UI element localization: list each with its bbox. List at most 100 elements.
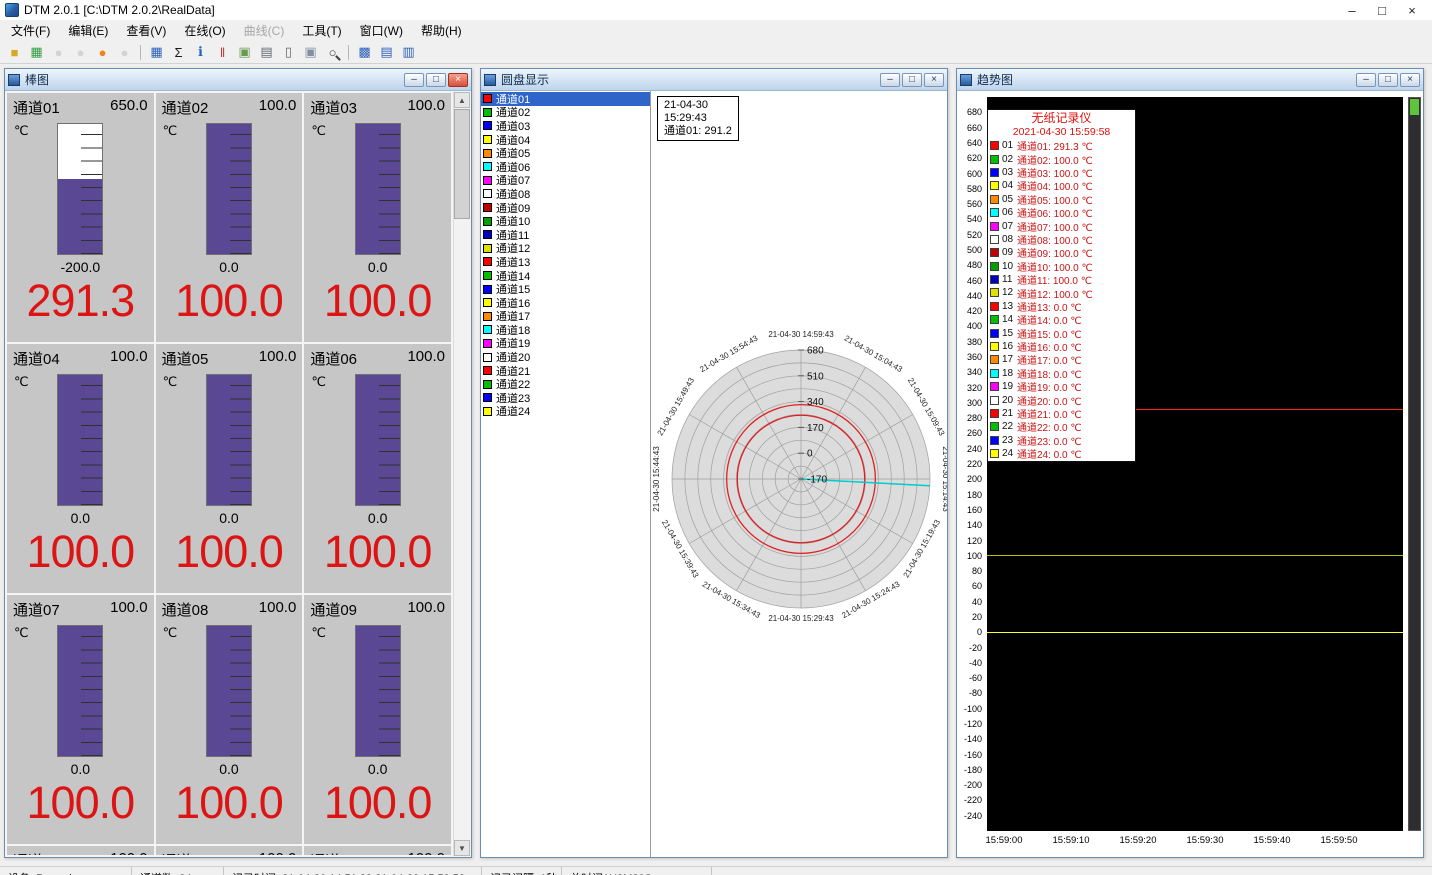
menu-tools[interactable]: 工具(T) (293, 19, 350, 42)
legend-row: 11通道11: 100.0 ℃ (988, 273, 1135, 286)
channel-color-swatch (483, 94, 492, 103)
print-icon[interactable]: ▤ (256, 43, 277, 62)
bar-cell-header: 通道11100.0 (156, 846, 303, 855)
play-record-icon[interactable]: ● (92, 43, 113, 62)
bar-window-titlebar[interactable]: 棒图 – □ × (5, 69, 471, 91)
maximize-button[interactable]: □ (1367, 3, 1397, 18)
minimize-button[interactable]: – (1337, 3, 1367, 18)
legend-color-swatch (990, 436, 999, 445)
trend-x-axis: 15:59:0015:59:1015:59:2015:59:3015:59:40… (987, 835, 1403, 847)
bar-close-button[interactable]: × (448, 73, 468, 87)
copy-icon[interactable]: ▣ (300, 43, 321, 62)
unit-label: ℃ (14, 374, 29, 390)
legend-row: 20通道20: 0.0 ℃ (988, 393, 1135, 406)
bar-gauge-ticks (81, 124, 102, 254)
dial-restore-button[interactable]: □ (902, 73, 922, 87)
info-icon[interactable]: ℹ (190, 43, 211, 62)
trend-close-button[interactable]: × (1400, 73, 1420, 87)
export-data-icon[interactable]: ▦ (26, 43, 47, 62)
svg-text:21-04-30 14:59:43: 21-04-30 14:59:43 (768, 330, 834, 339)
menu-help[interactable]: 帮助(H) (412, 19, 471, 42)
prev-record-icon[interactable]: ● (70, 43, 91, 62)
legend-channel-number: 03 (1002, 167, 1017, 178)
open-file-icon[interactable]: ■ (4, 43, 25, 62)
trend-window-titlebar[interactable]: 趋势图 – □ × (957, 69, 1423, 91)
bar-cell-header: 通道08100.0 (156, 595, 303, 620)
legend-color-swatch (990, 155, 999, 164)
next-record-icon[interactable]: ● (114, 43, 135, 62)
bar-gauge (57, 625, 103, 757)
close-button[interactable]: × (1397, 3, 1427, 18)
trend-restore-button[interactable]: □ (1378, 73, 1398, 87)
legend-row: 13通道13: 0.0 ℃ (988, 300, 1135, 313)
dial-minimize-button[interactable]: – (880, 73, 900, 87)
tile-horizontal-icon[interactable]: ▤ (376, 43, 397, 62)
dial-window-icon (484, 74, 496, 86)
range-max: 100.0 (110, 850, 148, 855)
bar-cell-header: 通道03100.0 (304, 93, 451, 118)
statistics-icon[interactable]: Σ (168, 43, 189, 62)
x-axis-label: 15:59:40 (1254, 835, 1291, 846)
bar-restore-button[interactable]: □ (426, 73, 446, 87)
bar-minimize-button[interactable]: – (404, 73, 424, 87)
channel-color-swatch (483, 393, 492, 402)
data-table-icon[interactable]: ▦ (146, 43, 167, 62)
channel-color-swatch (483, 135, 492, 144)
channel-color-swatch (483, 176, 492, 185)
legend-row: 10通道10: 100.0 ℃ (988, 260, 1135, 273)
bar-cell: 通道08100.0℃0.0100.0 (156, 595, 303, 844)
menu-curve[interactable]: 曲线(C) (235, 19, 294, 42)
channel-color-swatch (483, 407, 492, 416)
dial-window-titlebar[interactable]: 圆盘显示 – □ × (481, 69, 947, 91)
channel-list-item[interactable]: 通道24 (481, 405, 650, 419)
range-min: 0.0 (156, 761, 303, 777)
legend-color-swatch (990, 449, 999, 458)
y-axis-label: 360 (967, 352, 982, 362)
menu-view[interactable]: 查看(V) (117, 19, 175, 42)
dial-close-button[interactable]: × (924, 73, 944, 87)
bar-gauge (355, 625, 401, 757)
channel-color-swatch (483, 189, 492, 198)
legend-row: 19通道19: 0.0 ℃ (988, 380, 1135, 393)
legend-channel-number: 02 (1002, 154, 1017, 165)
menu-window[interactable]: 窗口(W) (351, 19, 412, 42)
scroll-up-arrow[interactable]: ▲ (454, 92, 470, 108)
y-axis-label: 140 (967, 520, 982, 530)
snapshot-icon[interactable]: ▣ (234, 43, 255, 62)
x-axis-label: 15:59:30 (1187, 835, 1224, 846)
legend-row: 24通道24: 0.0 ℃ (988, 447, 1135, 460)
scroll-down-arrow[interactable]: ▼ (454, 840, 470, 856)
tile-vertical-icon[interactable]: ▥ (398, 43, 419, 62)
scroll-thumb[interactable] (454, 109, 470, 219)
channel-value: 100.0 (156, 526, 303, 578)
trend-scrollbar[interactable] (1408, 97, 1421, 831)
bar-cell: 通道06100.0℃0.0100.0 (304, 344, 451, 593)
channel-color-swatch (483, 230, 492, 239)
status-total-time: 总时间1H8M20S (562, 867, 712, 875)
y-axis-label: 460 (967, 276, 982, 286)
y-axis-label: 120 (967, 536, 982, 546)
menu-file[interactable]: 文件(F) (2, 19, 59, 42)
y-axis-label: 20 (972, 612, 982, 622)
bar-window-title: 棒图 (25, 71, 404, 88)
bar-scrollbar[interactable]: ▲ ▼ (453, 92, 470, 856)
cascade-windows-icon[interactable]: ▩ (354, 43, 375, 62)
zoom-icon[interactable]: ○ (322, 43, 343, 62)
legend-channel-number: 23 (1002, 435, 1017, 446)
trend-minimize-button[interactable]: – (1356, 73, 1376, 87)
y-axis-label: -220 (964, 795, 982, 805)
legend-channel-number: 22 (1002, 421, 1017, 432)
trend-scroll-thumb[interactable] (1410, 99, 1419, 115)
menu-online[interactable]: 在线(O) (175, 19, 234, 42)
menu-edit[interactable]: 编辑(E) (59, 19, 117, 42)
first-record-icon[interactable]: ● (48, 43, 69, 62)
channel-label: 通道06 (310, 348, 357, 369)
window-title: DTM 2.0.1 [C:\DTM 2.0.2\RealData] (24, 3, 1337, 17)
bar-cell-header: 通道06100.0 (304, 344, 451, 369)
print-preview-icon[interactable]: ▯ (278, 43, 299, 62)
dial-tooltip: 21-04-30 15:29:43 通道01: 291.2 (657, 96, 739, 141)
legend-color-swatch (990, 195, 999, 204)
y-axis-label: 280 (967, 413, 982, 423)
pause-icon[interactable]: ‖ (212, 43, 233, 62)
legend-row: 04通道04: 100.0 ℃ (988, 179, 1135, 192)
